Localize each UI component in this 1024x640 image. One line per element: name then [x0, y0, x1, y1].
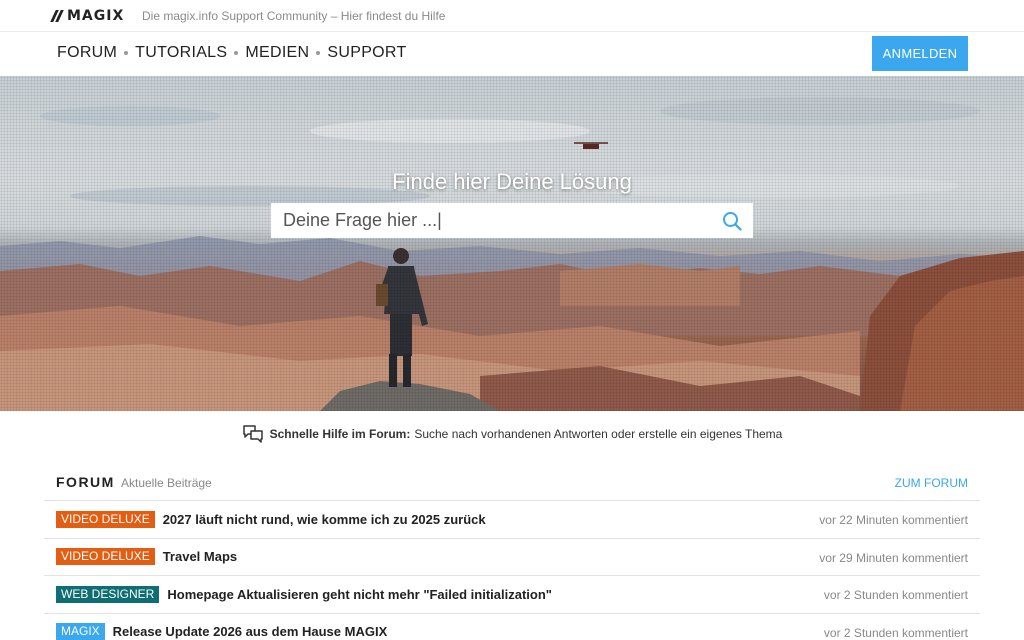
- nav-separator: [316, 51, 321, 55]
- quick-help-line: Schnelle Hilfe im Forum: Suche nach vorh…: [0, 422, 1024, 446]
- forum-post-row[interactable]: WEB DESIGNER Homepage Aktualisieren geht…: [44, 576, 980, 614]
- nav-separator: [234, 51, 239, 55]
- forum-post-row[interactable]: VIDEO DELUXE 2027 läuft nicht rund, wie …: [44, 501, 980, 539]
- search-box: [271, 203, 753, 238]
- post-time: vor 22 Minuten kommentiert: [819, 513, 968, 527]
- login-button[interactable]: ANMELDEN: [872, 36, 968, 71]
- forum-post-row[interactable]: MAGIX Release Update 2026 aus dem Hause …: [44, 614, 980, 640]
- post-title[interactable]: 2027 läuft nicht rund, wie komme ich zu …: [163, 512, 486, 527]
- magix-logo[interactable]: MAGIX: [50, 8, 125, 24]
- forum-section-title: FORUM: [56, 474, 115, 490]
- quick-help-title: Schnelle Hilfe im Forum:: [269, 427, 411, 441]
- post-time: vor 2 Stunden kommentiert: [823, 625, 968, 640]
- forum-post-list: VIDEO DELUXE 2027 läuft nicht rund, wie …: [44, 501, 980, 640]
- nav-separator: [124, 51, 129, 55]
- category-tag[interactable]: VIDEO DELUXE: [56, 510, 155, 528]
- post-title[interactable]: Travel Maps: [163, 549, 237, 564]
- nav-item-forum[interactable]: FORUM: [57, 44, 117, 62]
- search-input[interactable]: [271, 203, 711, 238]
- post-time: vor 29 Minuten kommentiert: [819, 550, 968, 565]
- nav-item-medien[interactable]: MEDIEN: [245, 44, 309, 62]
- hero-title: Finde hier Deine Lösung: [392, 169, 632, 194]
- forum-section-subtitle: Aktuelle Beiträge: [121, 476, 212, 490]
- nav-item-support[interactable]: SUPPORT: [327, 44, 406, 62]
- logo-text: MAGIX: [67, 8, 125, 24]
- hero-banner: Finde hier Deine Lösung: [0, 76, 1024, 411]
- search-icon[interactable]: [722, 211, 742, 231]
- logo-slashes-icon: [50, 10, 64, 22]
- forum-section-header: FORUM Aktuelle Beiträge ZUM FORUM: [44, 464, 980, 501]
- top-bar: MAGIX Die magix.info Support Community –…: [0, 0, 1024, 32]
- post-title[interactable]: Homepage Aktualisieren geht nicht mehr "…: [167, 587, 552, 602]
- chat-bubbles-icon: [242, 425, 263, 443]
- tagline: Die magix.info Support Community – Hier …: [142, 9, 446, 23]
- category-tag[interactable]: MAGIX: [56, 623, 105, 640]
- hero-dot-overlay: [0, 76, 1024, 411]
- post-title[interactable]: Release Update 2026 aus dem Hause MAGIX: [113, 624, 388, 639]
- forum-post-row[interactable]: VIDEO DELUXE Travel Maps vor 29 Minuten …: [44, 539, 980, 576]
- category-tag[interactable]: VIDEO DELUXE: [56, 548, 155, 566]
- main-nav: FORUM TUTORIALS MEDIEN SUPPORT: [57, 44, 407, 62]
- quick-help-text: Suche nach vorhandenen Antworten oder er…: [414, 427, 783, 441]
- nav-item-tutorials[interactable]: TUTORIALS: [135, 44, 227, 62]
- main-navbar: FORUM TUTORIALS MEDIEN SUPPORT ANMELDEN: [0, 32, 1024, 76]
- category-tag[interactable]: WEB DESIGNER: [56, 585, 160, 603]
- post-time: vor 2 Stunden kommentiert: [823, 588, 968, 602]
- to-forum-link[interactable]: ZUM FORUM: [895, 476, 968, 490]
